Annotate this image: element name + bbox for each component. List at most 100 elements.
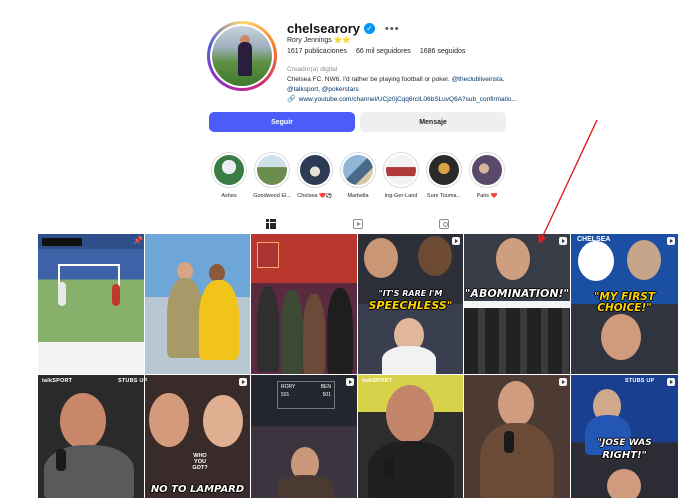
highlight-image [472,155,502,185]
highlight-ring [340,152,376,188]
post-1-keeper [112,284,120,306]
highlight-chelsea[interactable]: Chelsea ❤️⚽ [296,152,334,199]
avatar-person-body [238,42,252,76]
post-8[interactable]: WHO YOU GOT? NO TO LAMPARD [145,375,250,498]
reel-icon [239,378,247,386]
bio-text: Chelsea FC. NW6. I'd rather be playing f… [287,76,450,83]
profile-username: chelsearory [287,21,360,36]
post-12-caption-line-2: RIGHT!" [602,450,647,461]
post-8-person-left [149,393,189,447]
post-1-player [58,282,66,306]
highlight-ing-ger-land[interactable]: Ing-Ger-Land [382,152,420,199]
highlight-marbella[interactable]: Marbella [339,152,377,199]
reel-icon [559,378,567,386]
highlight-ring [469,152,505,188]
post-5[interactable]: "ABOMINATION!" [464,234,570,374]
post-9-right-score: 501 [322,392,331,398]
post-2[interactable] [145,234,250,374]
bio-mention-pokerstars[interactable]: @pokerstars [322,86,359,93]
post-3-person-1 [257,286,279,372]
post-6-caption: "MY FIRST CHOICE!" [593,291,656,315]
post-10[interactable]: talkSPORT [358,375,463,498]
post-7[interactable]: talkSPORT [38,375,144,498]
profile-external-link[interactable]: www.youtube.com/channel/UCjz0jCqq6rcIL06… [299,96,517,103]
post-4-host-right [418,236,452,276]
post-4-caption-line-2: SPEECHLESS" [368,299,453,312]
post-11[interactable] [464,375,570,498]
post-12-caption-line-1: "JOSE WAS [597,438,652,448]
highlight-ring [297,152,333,188]
posts-count: 1617 publicaciones [287,48,347,55]
post-3-person-3 [303,294,325,374]
highlight-label: Goodwood El... [253,193,291,199]
post-8-caption: NO TO LAMPARD [150,484,245,495]
post-6[interactable]: CHELSEA "MY FIRST CHOICE!" [571,234,678,374]
post-12-host-head [607,469,641,498]
post-7-mic [56,449,66,471]
post-2-person-right [199,280,239,360]
highlight-goodwood[interactable]: Goodwood El... [253,152,291,199]
post-3[interactable] [251,234,357,374]
post-10-mic [384,457,394,479]
highlight-sure-tournament[interactable]: Sure Touma... [425,152,463,199]
post-12[interactable]: STUBS UP "JOSE WAS RIGHT!" [571,375,678,498]
link-icon: 🔗 [287,96,296,103]
highlight-label: Sure Touma... [426,193,462,199]
posts-grid-icon[interactable] [266,219,276,229]
posts-grid: 📌 "IT'S RARE I'M SPEECHLESS" "ABOMINATIO… [38,234,678,498]
post-4-caption-line-1: "IT'S RARE I'M [378,289,443,298]
username-row: chelsearory ✓ ••• [287,21,400,36]
post-9[interactable]: RORY BEN 501 501 [251,375,357,498]
reel-icon [346,378,354,386]
post-3-neon-sign [257,242,279,268]
post-9-scoreboard: RORY BEN 501 501 [277,381,335,409]
reel-icon [667,237,675,245]
bio-mention-talksport[interactable]: @talksport [287,86,318,93]
highlight-image [343,155,373,185]
message-button[interactable]: Mensaje [360,112,506,132]
avatar-border [210,24,274,88]
post-12-stubs-up: STUBS UP [625,378,655,384]
post-1[interactable]: 📌 [38,234,144,374]
highlight-label: Marbella [347,193,369,199]
post-1-goal [58,264,120,294]
more-options-icon[interactable]: ••• [385,23,400,35]
post-2-person-left [167,278,203,358]
reel-icon [452,237,460,245]
verified-badge-icon: ✓ [364,23,375,34]
avatar-photo [212,26,272,86]
post-4-player-shirt [382,346,436,374]
highlight-ring [383,152,419,188]
profile-avatar[interactable] [207,21,277,91]
post-11-mic [504,431,514,453]
highlight-image [257,155,287,185]
post-7-stubs-up: STUBS UP [118,378,148,384]
post-7-host-head [60,393,106,449]
post-8-who-text: WHO YOU GOT? [189,453,211,471]
highlight-image [300,155,330,185]
profile-link-row[interactable]: 🔗 www.youtube.com/channel/UCjz0jCqq6rcIL… [287,95,517,104]
post-9-left-score: 501 [281,392,290,398]
reels-icon[interactable] [353,219,363,229]
bio-mention-clublive[interactable]: @theclubliveinsta, [452,76,505,83]
post-11-host-head [498,381,534,427]
post-5-caption: "ABOMINATION!" [464,287,570,300]
post-8-who-line-3: GOT? [192,465,208,471]
profile-stats: 1617 publicaciones 66 mil seguidores 168… [287,48,465,55]
highlight-image [386,155,416,185]
post-4[interactable]: "IT'S RARE I'M SPEECHLESS" [358,234,463,374]
post-6-crest-title: CHELSEA [577,236,611,243]
post-5-group-photo [464,308,570,374]
profile-tabs [0,219,680,233]
tagged-icon[interactable] [439,219,449,229]
followers-count[interactable]: 66 mil seguidores [356,48,411,55]
post-4-host-left [364,238,398,278]
following-count[interactable]: 1686 seguidos [420,48,466,55]
highlight-paris[interactable]: Paris ❤️ [468,152,506,199]
post-3-person-4 [327,288,353,374]
highlight-ashes[interactable]: Ashes [210,152,248,199]
follow-button[interactable]: Seguir [209,112,355,132]
profile-category: Creador(a) digital [287,66,338,73]
post-6-crest [575,238,617,284]
highlight-label: Ashes [221,193,237,199]
